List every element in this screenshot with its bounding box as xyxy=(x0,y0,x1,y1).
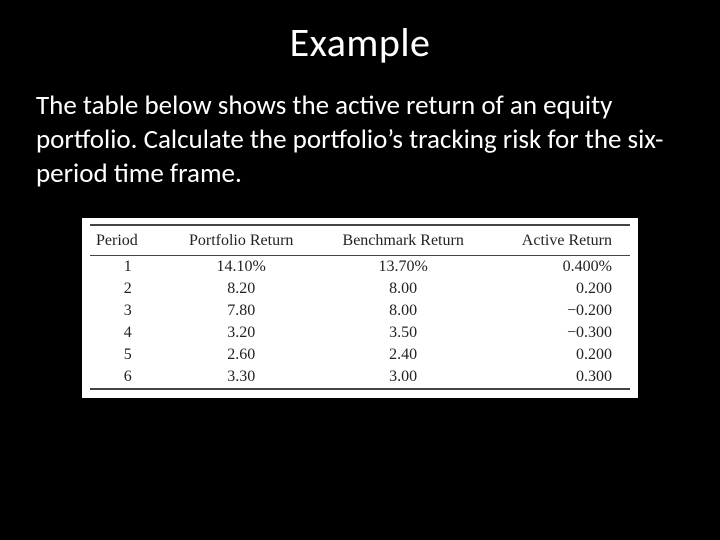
table-row: 2 8.20 8.00 0.200 xyxy=(90,278,630,300)
table-header-row: Period Portfolio Return Benchmark Return… xyxy=(90,225,630,256)
cell-portfolio-return: 7.80 xyxy=(166,300,317,322)
problem-statement: The table below shows the active return … xyxy=(36,89,684,190)
cell-benchmark-return: 8.00 xyxy=(317,300,490,322)
col-header-period: Period xyxy=(90,225,166,256)
table-row: 3 7.80 8.00 −0.200 xyxy=(90,300,630,322)
cell-period: 6 xyxy=(90,366,166,389)
cell-benchmark-return: 8.00 xyxy=(317,278,490,300)
cell-benchmark-return: 2.40 xyxy=(317,344,490,366)
table-row: 1 14.10% 13.70% 0.400% xyxy=(90,256,630,279)
cell-period: 5 xyxy=(90,344,166,366)
cell-period: 3 xyxy=(90,300,166,322)
cell-portfolio-return: 2.60 xyxy=(166,344,317,366)
cell-active-return: 0.200 xyxy=(490,344,630,366)
cell-active-return: 0.200 xyxy=(490,278,630,300)
cell-active-return: −0.200 xyxy=(490,300,630,322)
page-title: Example xyxy=(36,18,684,67)
table-body: 1 14.10% 13.70% 0.400% 2 8.20 8.00 0.200… xyxy=(90,256,630,390)
cell-portfolio-return: 14.10% xyxy=(166,256,317,279)
table-row: 4 3.20 3.50 −0.300 xyxy=(90,322,630,344)
cell-portfolio-return: 3.20 xyxy=(166,322,317,344)
cell-period: 2 xyxy=(90,278,166,300)
col-header-portfolio-return: Portfolio Return xyxy=(166,225,317,256)
col-header-benchmark-return: Benchmark Return xyxy=(317,225,490,256)
cell-benchmark-return: 3.00 xyxy=(317,366,490,389)
table-row: 6 3.30 3.00 0.300 xyxy=(90,366,630,389)
cell-active-return: 0.300 xyxy=(490,366,630,389)
cell-active-return: 0.400% xyxy=(490,256,630,279)
cell-portfolio-return: 8.20 xyxy=(166,278,317,300)
slide: Example The table below shows the active… xyxy=(0,0,720,540)
cell-period: 4 xyxy=(90,322,166,344)
cell-period: 1 xyxy=(90,256,166,279)
data-table-container: Period Portfolio Return Benchmark Return… xyxy=(82,218,638,398)
cell-benchmark-return: 3.50 xyxy=(317,322,490,344)
table-row: 5 2.60 2.40 0.200 xyxy=(90,344,630,366)
col-header-active-return: Active Return xyxy=(490,225,630,256)
cell-portfolio-return: 3.30 xyxy=(166,366,317,389)
data-table: Period Portfolio Return Benchmark Return… xyxy=(90,224,630,390)
cell-active-return: −0.300 xyxy=(490,322,630,344)
cell-benchmark-return: 13.70% xyxy=(317,256,490,279)
